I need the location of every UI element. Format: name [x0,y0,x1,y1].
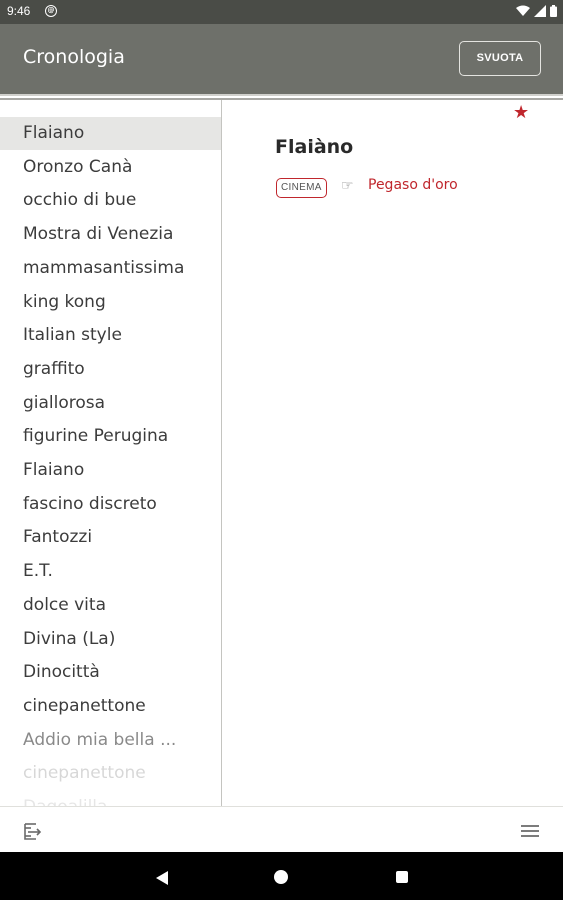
history-item[interactable]: Dagoalilla [0,791,221,806]
history-item[interactable]: king kong [0,286,221,319]
recents-icon[interactable] [396,871,408,883]
header-divider [0,94,563,96]
entry-title: Flaiàno [275,136,354,158]
signal-icon [534,5,546,17]
history-item[interactable]: Dinocittà [0,656,221,689]
clear-history-button[interactable]: SVUOTA [459,41,541,76]
history-item[interactable]: cinepanettone [0,757,221,790]
history-item[interactable]: Divina (La) [0,623,221,656]
history-item[interactable]: dolce vita [0,589,221,622]
history-item[interactable]: Fantozzi [0,521,221,554]
history-item[interactable]: giallorosa [0,387,221,420]
history-item[interactable]: graffito [0,353,221,386]
history-item[interactable]: Addio mia bella ... [0,724,221,757]
battery-icon [550,5,557,17]
history-item[interactable]: E.T. [0,555,221,588]
status-bar: 9:46 @ [0,0,563,24]
see-also-link[interactable]: Pegaso d'oro [368,177,458,193]
status-icons [516,5,557,17]
wifi-icon [516,5,530,16]
status-time: 9:46 [7,4,31,18]
app-bar: Cronologia SVUOTA [0,24,563,94]
pane-divider [221,100,222,806]
history-item[interactable]: fascino discreto [0,488,221,521]
page-title: Cronologia [23,46,125,68]
history-item[interactable]: Oronzo Canà [0,151,221,184]
toolbar-divider [0,806,563,807]
category-tag: CINEMA [276,178,327,198]
back-icon[interactable] [155,870,169,886]
home-icon[interactable] [274,870,288,884]
star-icon[interactable]: ★ [513,102,529,123]
history-item[interactable]: Mostra di Venezia [0,218,221,251]
history-item[interactable]: Italian style [0,319,221,352]
history-item[interactable]: Flaiano [0,454,221,487]
history-item[interactable]: mammasantissima [0,252,221,285]
history-item[interactable]: occhio di bue [0,184,221,217]
history-item[interactable]: cinepanettone [0,690,221,723]
history-item[interactable]: figurine Perugina [0,420,221,453]
history-list[interactable]: Flaiano Oronzo Canà occhio di bue Mostra di… [0,100,221,806]
menu-icon[interactable] [520,823,540,839]
export-icon[interactable] [22,820,44,842]
history-item[interactable]: Flaiano [0,117,221,150]
pointing-hand-icon: ☞ [341,178,354,194]
sync-icon: @ [45,5,57,17]
